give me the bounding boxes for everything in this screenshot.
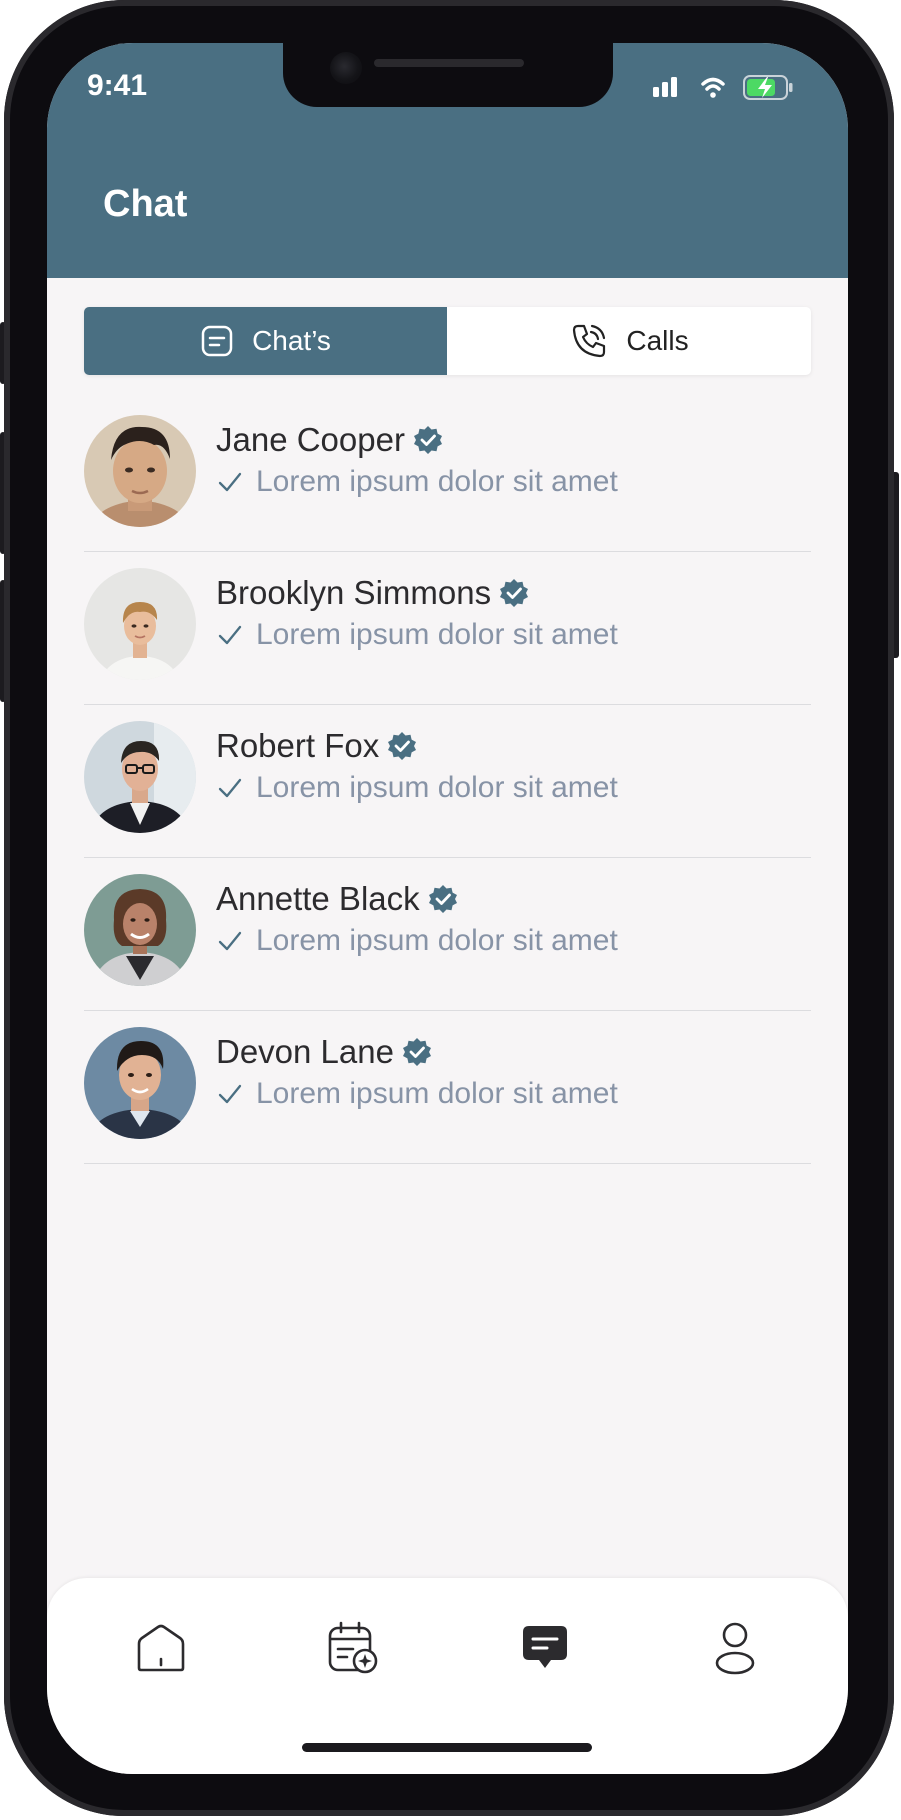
wifi-icon <box>701 77 725 98</box>
contact-name-line: Robert Fox <box>216 727 417 765</box>
contact-name-line: Devon Lane <box>216 1033 432 1071</box>
verified-badge-icon <box>428 885 457 913</box>
message-preview: Lorem ipsum dolor sit amet <box>256 771 618 804</box>
tab-calls-label: Calls <box>626 325 689 356</box>
contact-name: Robert Fox <box>216 727 380 764</box>
nav-profile[interactable] <box>703 1616 767 1680</box>
chat-list: Jane Cooper Lorem ipsum dolor sit amet B… <box>84 399 811 1164</box>
home-icon <box>137 1624 185 1672</box>
contact-name-line: Brooklyn Simmons <box>216 574 529 612</box>
chat-note-icon <box>201 325 233 357</box>
page-title: Chat <box>103 183 188 225</box>
status-time: 9:41 <box>87 69 148 102</box>
avatar-devon-lane <box>84 1027 196 1139</box>
contact-name: Brooklyn Simmons <box>216 574 492 611</box>
avatar-robert-fox <box>84 721 196 833</box>
chat-list-item[interactable]: Robert Fox Lorem ipsum dolor sit amet <box>84 705 811 858</box>
contact-name-line: Jane Cooper <box>216 421 443 459</box>
nav-calendar[interactable] <box>321 1616 385 1680</box>
chat-call-tabs: Chat’s Calls <box>84 307 811 375</box>
message-preview-line: Lorem ipsum dolor sit amet <box>218 1077 618 1111</box>
nav-home[interactable] <box>129 1616 193 1680</box>
sent-check-icon <box>218 778 242 798</box>
app-screen: 9:41 Chat Chat’s Calls Jane Cooper Lorem… <box>47 43 848 1774</box>
verified-badge-icon <box>402 1038 431 1066</box>
contact-name-line: Annette Black <box>216 880 458 918</box>
side-button-left-top <box>0 322 6 384</box>
home-indicator <box>302 1743 592 1752</box>
sent-check-icon <box>218 625 242 645</box>
side-button-right <box>891 472 899 658</box>
chat-list-item[interactable]: Brooklyn Simmons Lorem ipsum dolor sit a… <box>84 552 811 705</box>
message-preview-line: Lorem ipsum dolor sit amet <box>218 618 618 652</box>
chat-list-item[interactable]: Annette Black Lorem ipsum dolor sit amet <box>84 858 811 1011</box>
message-preview: Lorem ipsum dolor sit amet <box>256 618 618 651</box>
avatar-annette-black <box>84 874 196 986</box>
phone-icon <box>573 324 606 358</box>
sent-check-icon <box>218 931 242 951</box>
side-button-left-bottom <box>0 580 6 702</box>
status-icons <box>653 73 803 103</box>
tab-chats-label: Chat’s <box>252 325 331 356</box>
battery-charging-icon <box>743 75 793 100</box>
side-button-left-mid <box>0 432 6 554</box>
message-preview: Lorem ipsum dolor sit amet <box>256 924 618 957</box>
contact-name: Jane Cooper <box>216 421 405 458</box>
message-icon <box>523 1626 567 1668</box>
calendar-add-icon <box>328 1621 378 1674</box>
tab-calls[interactable]: Calls <box>448 307 811 375</box>
message-preview: Lorem ipsum dolor sit amet <box>256 1077 618 1110</box>
sent-check-icon <box>218 1084 242 1104</box>
profile-icon <box>715 1622 755 1675</box>
tab-chats[interactable]: Chat’s <box>84 307 447 375</box>
message-preview: Lorem ipsum dolor sit amet <box>256 465 618 498</box>
nav-messages[interactable] <box>513 1616 577 1680</box>
message-preview-line: Lorem ipsum dolor sit amet <box>218 465 618 499</box>
chat-list-item[interactable]: Devon Lane Lorem ipsum dolor sit amet <box>84 1011 811 1164</box>
sent-check-icon <box>218 472 242 492</box>
avatar-brooklyn-simmons <box>84 568 196 680</box>
message-preview-line: Lorem ipsum dolor sit amet <box>218 771 618 805</box>
chat-list-item[interactable]: Jane Cooper Lorem ipsum dolor sit amet <box>84 399 811 552</box>
camera-lens <box>330 52 362 84</box>
contact-name: Devon Lane <box>216 1033 394 1070</box>
verified-badge-icon <box>413 426 442 454</box>
speaker-grille <box>374 59 524 67</box>
verified-badge-icon <box>388 732 417 760</box>
cellular-signal-icon <box>653 77 677 97</box>
contact-name: Annette Black <box>216 880 420 917</box>
message-preview-line: Lorem ipsum dolor sit amet <box>218 924 618 958</box>
avatar-jane-cooper <box>84 415 196 527</box>
verified-badge-icon <box>500 579 529 607</box>
